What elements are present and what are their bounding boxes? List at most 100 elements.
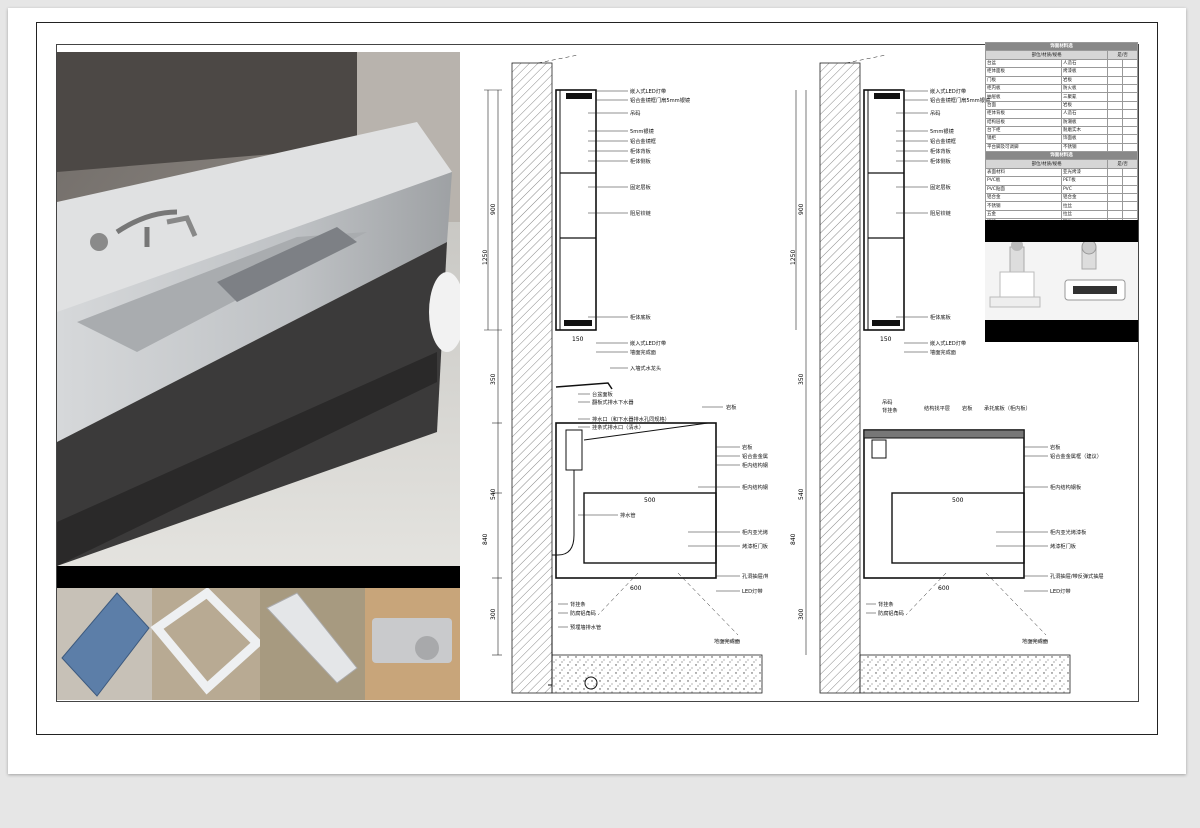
label-right-11: 墙面完成面 [930,348,956,356]
spec-row: PVC板 PET板 [985,176,1138,186]
label-left-10: 嵌入式LED灯带 [630,339,666,347]
label-right-13: 结构找平层 [924,404,950,412]
spec-row: 门板 岩板 [985,75,1138,85]
spec-title-2: 饰面材料选 [985,151,1138,161]
dim-500-right: 500 [952,497,964,504]
hardware-header-bar [985,220,1138,242]
label-left-22: 烤漆柜门板 [742,542,768,550]
label-left-5: 柜体背板 [630,147,652,155]
label-right-23: LED灯带 [1050,587,1071,595]
spec-row: PVC贴面 PVC [985,184,1138,195]
dim-600-right: 600 [938,585,950,592]
spec-title-1: 饰面材料选 [985,41,1138,52]
label-right-12: 吊码 [882,398,892,406]
dim-840-right: 840 [790,533,797,545]
dim-540-right: 540 [798,488,805,500]
label-left-6: 柜体侧板 [630,157,652,165]
dim-350-right: 350 [798,373,805,385]
label-right-16: 背挂条 [882,406,898,414]
label-right-24: 背挂条 [878,600,894,608]
spec-row: 平台脚及可调脚 不锈钢 [985,142,1138,153]
label-left-13: 台盆面板 [592,390,614,398]
dim-900: 900 [490,203,497,215]
hardware-photos [57,588,460,700]
label-left-27: 预埋墙排水管 [570,623,601,631]
spec-row: 不锈钢 拉丝 [985,201,1138,211]
spec-col-1: 部位/材质/规格 [984,50,1109,60]
label-left-14: 翻板式排水下水器 [592,398,634,406]
label-left-19b: 柜内结构钢板 [742,483,768,491]
label-left-28: 地面完成面 [714,637,740,645]
label-right-7: 固定层板 [930,183,952,191]
label-left-23: 孔洞抽屉/带反弹式抽屉 [742,572,768,580]
label-right-18: 铝合金金属框（建议） [1050,452,1102,460]
label-right-20: 柜内亚光烤漆板 [1050,528,1087,536]
label-right-8: 阻尼铰链 [930,209,952,217]
label-right-0: 嵌入式LED灯带 [930,87,966,95]
dim-900-right: 900 [798,203,805,215]
section-drawing-left: 900 1250 350 540 840 300 150 500 600 嵌入式… [482,55,768,694]
drain-hardware-photos [985,242,1138,320]
spec-col-2b: 是/否 [1107,159,1138,169]
label-left-11: 墙面完成面 [630,348,656,356]
spec-col-1b: 部位/材质/规格 [984,159,1109,169]
label-left-7: 固定层板 [630,183,652,191]
label-left-2: 吊码 [630,109,640,117]
label-left-17: 岩板 [726,403,737,411]
label-left-8: 阻尼铰链 [630,209,652,217]
label-left-4: 铝合金镜框 [630,137,656,145]
label-right-21: 烤漆柜门板 [1050,542,1077,550]
label-left-12: 入墙式水龙头 [630,364,661,372]
label-left-18: 铝合金金属框（建议） [742,452,768,460]
label-right-4: 铝合金镜框 [930,137,956,145]
dim-1250: 1250 [482,250,489,265]
label-left-25: 背挂条 [570,600,586,608]
dim-840: 840 [482,533,489,545]
dim-1250-right: 1250 [790,250,797,265]
spec-row: 镜柜 饰面板 [985,134,1138,144]
label-left-26: 防腐铝角码 [570,609,596,617]
label-right-10: 嵌入式LED灯带 [930,339,966,347]
label-left-3: 5mm银镜 [630,127,654,135]
label-right-2: 吊码 [930,109,940,117]
label-left-17b: 岩板 [742,443,753,451]
spec-row: 柜内板 防火板 [985,83,1138,94]
label-right-1: 铝合金镜框门扇5mm银镜 [930,96,990,104]
dim-300-right: 300 [798,608,805,620]
label-left-20: 排水管 [620,511,636,519]
label-right-15: 承托底板（柜内板） [984,404,1031,412]
spec-row: 铝合金 铝合金 [985,193,1138,203]
spec-table: 饰面材料选 部位/材质/规格 是/否 台盆 人造石 柜体面板 烤漆板 门板 岩板 柜内板… [984,41,1138,253]
spec-row: 五金 拉丝 [985,209,1138,220]
dim-300: 300 [490,608,497,620]
label-right-3: 5mm银镜 [930,127,954,135]
label-right-6: 柜体侧板 [930,157,952,165]
dim-500: 500 [644,497,656,504]
spec-row: 结构层板 防潮板 [985,117,1138,127]
label-right-5: 柜体背板 [930,147,952,155]
label-right-9: 柜体底板 [930,313,952,321]
label-left-16: 挂条式排水口（清水） [592,423,644,431]
spec-row: 台盆 人造石 [985,58,1138,69]
spec-col-2: 是/否 [1107,50,1138,60]
label-left-15: 排水口（和下水器排水孔同规格） [592,415,670,423]
label-right-25: 防腐铝角码 [878,609,904,617]
photo-caption-bar [57,566,460,588]
label-right-22: 孔洞抽屉/带反弹式抽屉 [1050,572,1104,580]
spec-row: 柜体面板 烤漆板 [985,67,1138,77]
dim-540: 540 [490,488,497,500]
label-left-19: 柜内结构钢板 [742,461,768,469]
label-right-19: 柜内结构钢板 [1050,483,1082,491]
label-right-14: 岩板 [962,404,973,412]
dim-600: 600 [630,585,642,592]
dim-150: 150 [572,336,584,343]
label-left-1: 铝合金镜框门扇5mm银镜 [630,96,690,104]
label-right-26: 地面完成面 [1022,637,1048,645]
label-left-21: 柜内亚光烤漆板 [742,528,768,536]
label-left-0: 嵌入式LED灯带 [630,87,666,95]
dim-150-right: 150 [880,336,892,343]
spec-row: 抽屉板 三聚氰 [985,92,1138,102]
label-right-17: 岩板 [1050,443,1061,451]
spec-row: 台下柜 耐磨实木 [985,125,1138,136]
spec-row: 表面材料 亚光烤漆 [985,167,1138,178]
